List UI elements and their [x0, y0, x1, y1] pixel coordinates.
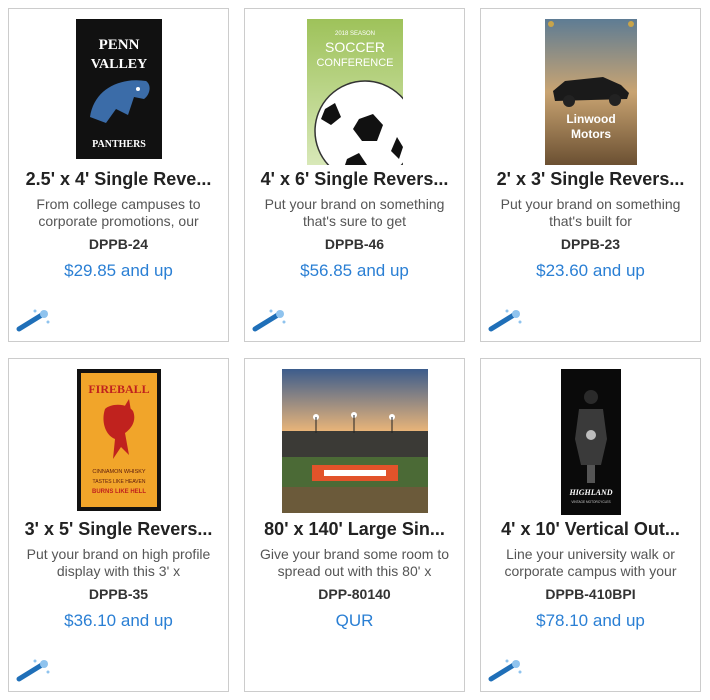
product-description: Line your university walk or corporate c… [504, 546, 677, 579]
product-title[interactable]: 2.5' x 4' Single Reve... [9, 169, 228, 190]
product-image[interactable] [281, 369, 428, 513]
product-description: Put your brand on something that's built… [500, 196, 681, 229]
product-sku: DPP-80140 [318, 586, 391, 602]
product-card[interactable]: PENN VALLEY PANTHERS 2.5' x 4' Single Re… [8, 8, 229, 342]
product-sku: DPPB-410BPI [545, 586, 636, 602]
magic-wand-icon[interactable] [15, 657, 51, 683]
image-line: VINTAGE MOTORCYCLES [571, 500, 610, 504]
image-line: PENN [98, 37, 139, 53]
image-line: 2018 SEASON [334, 31, 374, 37]
product-description: Give your brand some room to spread out … [259, 546, 450, 579]
image-line: TASTES LIKE HEAVEN [92, 479, 145, 485]
image-line: HIGHLAND [568, 488, 612, 497]
product-sku: DPPB-46 [324, 236, 385, 252]
product-title[interactable]: 4' x 6' Single Revers... [245, 169, 464, 190]
magic-wand-icon[interactable] [251, 307, 287, 333]
product-price[interactable]: $29.85 and up [9, 261, 228, 281]
product-card[interactable]: 2018 SEASON SOCCER CONFERENCE 4' x 6' Si… [244, 8, 465, 342]
image-line: CINNAMON WHISKY [92, 469, 146, 475]
product-image[interactable]: HIGHLAND VINTAGE MOTORCYCLES [560, 369, 621, 515]
product-description: Put your brand on something that's sure … [264, 196, 445, 229]
product-price[interactable]: $56.85 and up [245, 261, 464, 281]
product-image[interactable]: PENN VALLEY PANTHERS [75, 19, 162, 159]
image-line: PANTHERS [92, 139, 146, 150]
image-line: BURNS LIKE HELL [92, 489, 146, 495]
product-title[interactable]: 4' x 10' Vertical Out... [481, 519, 700, 540]
product-price[interactable]: $78.10 and up [481, 611, 700, 631]
product-title[interactable]: 2' x 3' Single Revers... [481, 169, 700, 190]
image-line: Linwood [566, 112, 615, 126]
product-sku: DPPB-24 [88, 236, 149, 252]
magic-wand-icon[interactable] [15, 307, 51, 333]
magic-wand-icon[interactable] [487, 657, 523, 683]
product-grid: PENN VALLEY PANTHERS 2.5' x 4' Single Re… [8, 8, 706, 696]
product-image[interactable]: Linwood Motors [544, 19, 637, 165]
image-line: SOCCER [325, 39, 385, 55]
product-description: From college campuses to corporate promo… [36, 196, 201, 229]
product-card[interactable]: Linwood Motors 2' x 3' Single Revers... … [480, 8, 701, 342]
product-title[interactable]: 80' x 140' Large Sin... [245, 519, 464, 540]
product-card[interactable]: FIREBALL CINNAMON WHISKY TASTES LIKE HEA… [8, 358, 229, 692]
product-image[interactable]: FIREBALL CINNAMON WHISKY TASTES LIKE HEA… [76, 369, 161, 511]
product-price[interactable]: $23.60 and up [481, 261, 700, 281]
product-image[interactable]: 2018 SEASON SOCCER CONFERENCE [306, 19, 403, 165]
image-line: VALLEY [90, 57, 147, 72]
image-line: Motors [571, 127, 611, 141]
product-sku: DPPB-35 [88, 586, 149, 602]
product-price[interactable]: $36.10 and up [9, 611, 228, 631]
product-price[interactable]: QUR [245, 611, 464, 631]
product-sku: DPPB-23 [560, 236, 621, 252]
product-card[interactable]: HIGHLAND VINTAGE MOTORCYCLES 4' x 10' Ve… [480, 358, 701, 692]
product-description: Put your brand on high profile display w… [26, 546, 211, 579]
magic-wand-icon[interactable] [487, 307, 523, 333]
image-line: CONFERENCE [316, 57, 393, 69]
product-title[interactable]: 3' x 5' Single Revers... [9, 519, 228, 540]
image-line: FIREBALL [88, 382, 149, 396]
product-card[interactable]: 80' x 140' Large Sin... Give your brand … [244, 358, 465, 692]
